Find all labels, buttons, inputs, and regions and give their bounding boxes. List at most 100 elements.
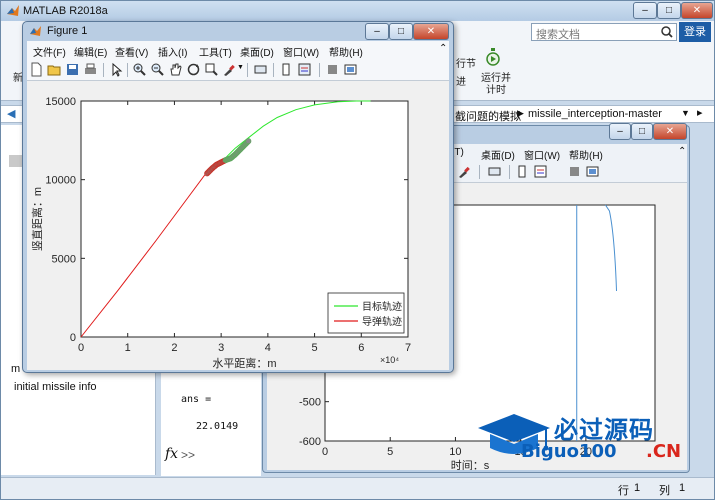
colorbar-icon[interactable] <box>279 62 294 77</box>
folder-row[interactable] <box>9 155 23 167</box>
menu-window[interactable]: 窗口(W) <box>283 44 319 59</box>
new-figure-icon[interactable] <box>29 62 44 77</box>
ribbon-advance-label[interactable]: 进 <box>456 73 466 88</box>
toolbar-separator <box>273 63 274 77</box>
link-icon[interactable] <box>487 164 502 179</box>
details-text: initial missile info <box>14 381 97 393</box>
status-row-value: 1 <box>634 482 641 494</box>
rotate-3d-icon[interactable] <box>186 62 201 77</box>
x-tick-label: 6 <box>358 342 364 354</box>
toolbar-separator <box>127 63 128 77</box>
legend-icon[interactable] <box>533 164 548 179</box>
toolbar-separator <box>509 165 510 179</box>
y-tick-label: -500 <box>299 397 321 409</box>
figure2-menu-item[interactable]: 桌面(D) <box>481 147 515 162</box>
path-browse-icon[interactable]: ▸ <box>697 106 703 119</box>
data-cursor-icon[interactable] <box>204 62 219 77</box>
menu-desktop[interactable]: 桌面(D) <box>240 44 274 59</box>
zoom-out-icon[interactable] <box>150 62 165 77</box>
run-time-icon[interactable] <box>485 47 501 67</box>
path-segment[interactable]: missile_interception-master <box>528 108 662 120</box>
command-prompt[interactable]: >> <box>181 448 195 462</box>
hide-plot-tools-icon[interactable] <box>567 164 582 179</box>
figure1-menubar: 文件(F) 编辑(E) 查看(V) 插入(I) 工具(T) 桌面(D) 窗口(W… <box>27 41 449 59</box>
link-plot-icon[interactable] <box>253 62 268 77</box>
x-tick-label: 4 <box>265 342 271 354</box>
figure-icon <box>30 26 41 36</box>
back-arrow-icon[interactable]: ◀ <box>7 107 15 120</box>
edit-plot-arrow-icon[interactable] <box>109 62 124 77</box>
y-tick-label: 5000 <box>52 253 76 265</box>
dock-icon[interactable]: ⌃ <box>439 43 447 54</box>
x-tick-label: 3 <box>218 342 224 354</box>
figure-1-window[interactable]: Figure 1 – □ ✕ 文件(F) 编辑(E) 查看(V) 插入(I) 工… <box>22 21 454 373</box>
command-output-ans: ans = <box>181 394 212 405</box>
status-bar: 行 1 列 1 <box>1 477 714 499</box>
brush-dropdown-icon[interactable]: ▼ <box>237 64 244 71</box>
figure1-close-button[interactable]: ✕ <box>413 23 449 40</box>
watermark-text: Biguo100 <box>521 441 617 462</box>
path-dropdown-icon[interactable]: ▼ <box>681 108 690 118</box>
toolbar-separator <box>479 165 480 179</box>
matlab-titlebar[interactable]: MATLAB R2018a – □ ✕ <box>1 1 714 21</box>
x-exponent-label: ×10⁴ <box>380 355 399 365</box>
y-tick-label: 10000 <box>45 175 76 187</box>
print-icon[interactable] <box>83 62 98 77</box>
y-axis-label: 竖直距离：m <box>30 187 44 251</box>
ribbon-run-section-label[interactable]: 行节 <box>456 55 476 70</box>
ribbon-run-time-label2[interactable]: 计时 <box>486 81 506 96</box>
status-row-label: 行 <box>618 485 629 497</box>
zoom-in-icon[interactable] <box>132 62 147 77</box>
hide-plot-tools-icon[interactable] <box>325 62 340 77</box>
figure2-maximize-button[interactable]: □ <box>631 123 653 140</box>
toolbar-separator <box>247 63 248 77</box>
watermark-text: .CN <box>646 441 682 462</box>
menu-tools[interactable]: 工具(T) <box>199 44 232 59</box>
close-button[interactable]: ✕ <box>681 2 713 19</box>
y-tick-label: 0 <box>70 332 76 344</box>
save-icon[interactable] <box>65 62 80 77</box>
fx-icon[interactable]: fx <box>165 446 178 462</box>
search-icon[interactable] <box>658 24 676 40</box>
login-button[interactable]: 登录 <box>679 22 711 42</box>
figure2-menu-item[interactable]: 窗口(W) <box>524 147 560 162</box>
command-output-value: 22.0149 <box>196 421 239 432</box>
figure2-dock-icon[interactable]: ⌃ <box>678 146 686 157</box>
detail-label: m <box>11 363 21 375</box>
status-col-label: 列 <box>659 485 670 497</box>
maximize-button[interactable]: □ <box>657 2 681 19</box>
x-tick-label: 1 <box>125 342 131 354</box>
brush-icon[interactable] <box>457 164 472 179</box>
menu-insert[interactable]: 插入(I) <box>158 44 187 59</box>
figure1-titlebar[interactable]: Figure 1 – □ ✕ <box>23 22 453 40</box>
menu-file[interactable]: 文件(F) <box>33 44 66 59</box>
show-plot-tools-icon[interactable] <box>585 164 600 179</box>
x-axis-label: 水平距离：m <box>212 356 276 370</box>
path-separator-icon: ▶ <box>517 108 524 118</box>
show-plot-tools-icon[interactable] <box>343 62 358 77</box>
figure2-menu-item[interactable]: 帮助(H) <box>569 147 603 162</box>
menu-view[interactable]: 查看(V) <box>115 44 148 59</box>
colorbar-icon[interactable] <box>515 164 530 179</box>
menu-edit[interactable]: 编辑(E) <box>74 44 107 59</box>
x-tick-label: 0 <box>322 446 328 458</box>
figure1-maximize-button[interactable]: □ <box>389 23 413 40</box>
open-file-icon[interactable] <box>47 62 62 77</box>
x-tick-label: 2 <box>171 342 177 354</box>
minimize-button[interactable]: – <box>633 2 657 19</box>
brush-icon[interactable] <box>222 62 237 77</box>
figure1-minimize-button[interactable]: – <box>365 23 389 40</box>
pan-hand-icon[interactable] <box>168 62 183 77</box>
toolbar-separator <box>103 63 104 77</box>
figure1-canvas: 0 1 2 3 4 5 6 7 0 5000 10000 15000 ×10⁴ 水平距离：m 竖直距离：m 目… <box>27 81 449 370</box>
y-tick-label: -600 <box>299 436 321 448</box>
legend-entry: 目标轨迹 <box>362 300 402 313</box>
search-input[interactable]: 搜索文档 <box>531 23 677 41</box>
menu-help[interactable]: 帮助(H) <box>329 44 363 59</box>
legend-icon[interactable] <box>297 62 312 77</box>
figure2-close-button[interactable]: ✕ <box>653 123 687 140</box>
figure1-toolbar: ▼ <box>27 59 449 81</box>
y-tick-label: 15000 <box>45 96 76 108</box>
figure2-minimize-button[interactable]: – <box>609 123 631 140</box>
path-segment[interactable]: 截问题的模拟 <box>455 108 521 124</box>
